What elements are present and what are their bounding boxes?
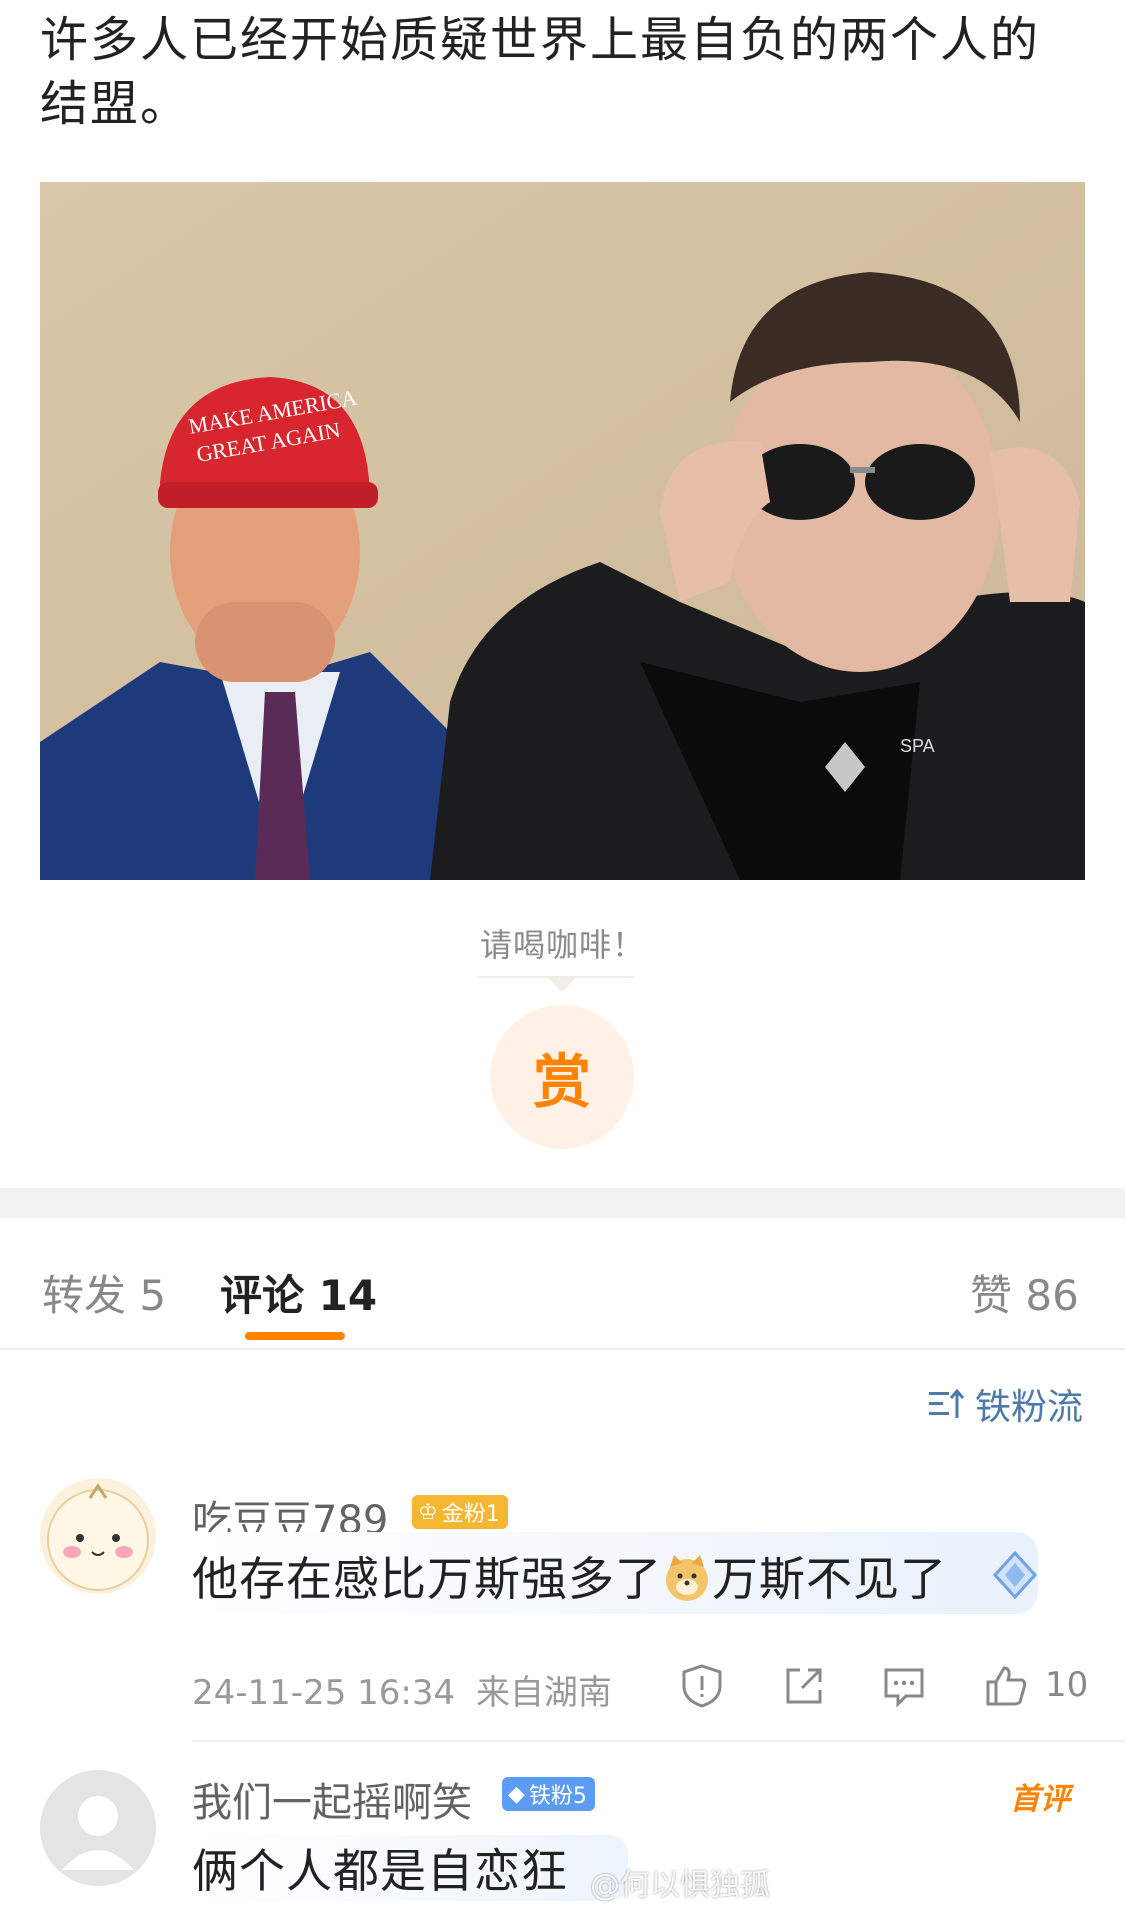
hamster-avatar-icon — [47, 1483, 149, 1591]
first-comment-tag: 首评 — [1010, 1782, 1070, 1817]
comment-text-part1: 他存在感比万斯强多了 — [192, 1552, 662, 1606]
tab-repost[interactable]: 转发 5 — [42, 1262, 166, 1323]
report-icon[interactable] — [678, 1662, 726, 1710]
avatar[interactable] — [40, 1770, 156, 1886]
tab-comment-label: 评论 — [220, 1271, 305, 1320]
diamond-badge-icon: ◆ — [508, 1781, 525, 1807]
sort-label: 铁粉流 — [974, 1387, 1083, 1428]
tab-like[interactable]: 赞 86 — [970, 1262, 1079, 1323]
like-icon[interactable] — [982, 1662, 1030, 1710]
tab-like-count: 86 — [1025, 1271, 1079, 1320]
fan-badge-label: 金粉1 — [441, 1502, 500, 1527]
diamond-decoration-icon — [992, 1550, 1038, 1600]
comment-text-part2: 万斯不见了 — [712, 1552, 947, 1606]
comment-location: 来自湖南 — [475, 1673, 612, 1713]
comment-like-count: 10 — [1045, 1665, 1089, 1705]
avatar[interactable] — [40, 1478, 156, 1594]
tab-comment-count: 14 — [318, 1271, 378, 1320]
comment-divider — [192, 1740, 1125, 1742]
comment-text: 他存在感比万斯强多了 万斯不见了 — [192, 1543, 947, 1609]
post-text: 许多人已经开始质疑世界上最自负的两个人的结盟。 — [40, 12, 1041, 132]
fan-badge: ◆ 铁粉5 — [502, 1777, 595, 1811]
share-icon[interactable] — [780, 1662, 828, 1710]
sort-toggle[interactable]: 铁粉流 — [928, 1378, 1083, 1430]
sort-icon — [928, 1388, 965, 1418]
shirt-text: SPA — [900, 736, 935, 756]
comment-username[interactable]: 我们一起摇啊笑 — [192, 1770, 472, 1828]
doge-face-icon — [662, 1553, 712, 1603]
reply-icon[interactable] — [880, 1662, 928, 1710]
tab-comment[interactable]: 评论 14 — [220, 1262, 377, 1323]
post-image[interactable]: MAKE AMERICA GREAT AGAIN SPA — [40, 182, 1085, 880]
tab-repost-label: 转发 — [42, 1271, 127, 1320]
active-tab-indicator — [245, 1332, 345, 1340]
default-avatar-icon — [40, 1770, 156, 1886]
tab-like-label: 赞 — [970, 1271, 1013, 1320]
comment-text: 俩个人都是自恋狂 — [192, 1835, 628, 1901]
tip-caption: 请喝咖啡！ — [479, 926, 645, 964]
section-divider — [0, 1188, 1125, 1218]
comment-meta: 24-11-25 16:34 来自湖南 — [192, 1665, 612, 1714]
tip-button[interactable]: 赏 — [490, 1005, 634, 1149]
interaction-tabs: 转发 5 评论 14 赞 86 — [0, 1218, 1125, 1350]
photo-illustration: MAKE AMERICA GREAT AGAIN SPA — [40, 182, 1085, 880]
tab-repost-count: 5 — [139, 1271, 167, 1320]
comment-timestamp: 24-11-25 16:34 — [192, 1673, 456, 1713]
fan-badge-label: 铁粉5 — [528, 1784, 587, 1809]
fan-badge: ♔ 金粉1 — [412, 1495, 508, 1529]
tip-arrow — [548, 978, 576, 992]
watermark: @何以惧独孤 — [590, 1868, 770, 1903]
crown-icon: ♔ — [418, 1499, 438, 1525]
